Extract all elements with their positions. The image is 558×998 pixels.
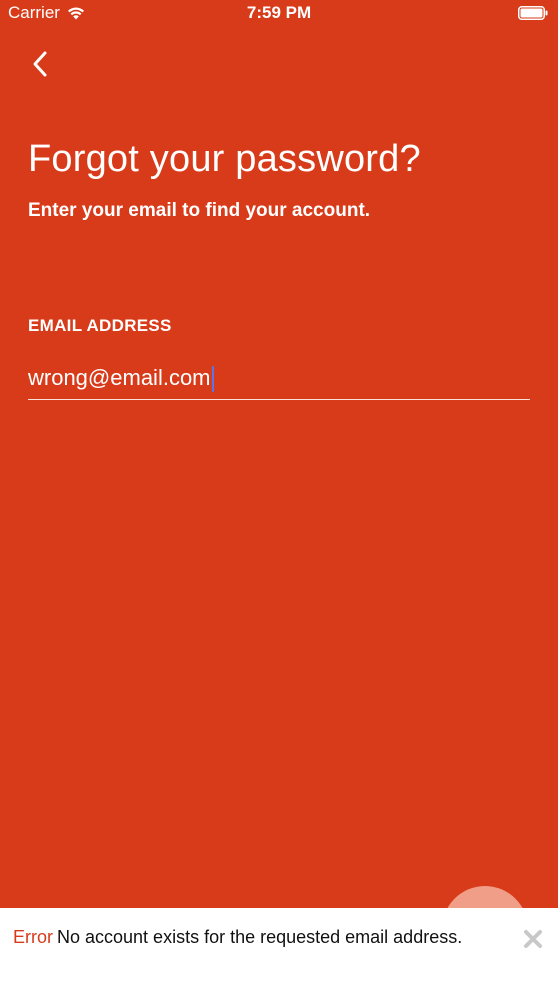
error-text: Error No account exists for the requested… (13, 924, 498, 951)
chevron-left-icon (33, 51, 47, 77)
email-label: EMAIL ADDRESS (28, 316, 172, 335)
text-cursor (211, 365, 214, 392)
page-title: Forgot your password? (28, 138, 421, 180)
status-bar: Carrier 7:59 PM (0, 0, 558, 26)
error-message: No account exists for the requested emai… (57, 927, 463, 947)
page-subtitle: Enter your email to find your account. (28, 200, 371, 221)
email-input-value[interactable]: wrong@email.com (28, 356, 211, 400)
close-icon[interactable] (522, 928, 544, 950)
email-field[interactable]: wrong@email.com (28, 356, 530, 400)
error-toast: Error No account exists for the requested… (0, 908, 558, 998)
status-time: 7:59 PM (246, 3, 312, 22)
back-button[interactable] (22, 44, 58, 84)
battery-icon (518, 6, 548, 20)
error-tag: Error (13, 927, 53, 947)
